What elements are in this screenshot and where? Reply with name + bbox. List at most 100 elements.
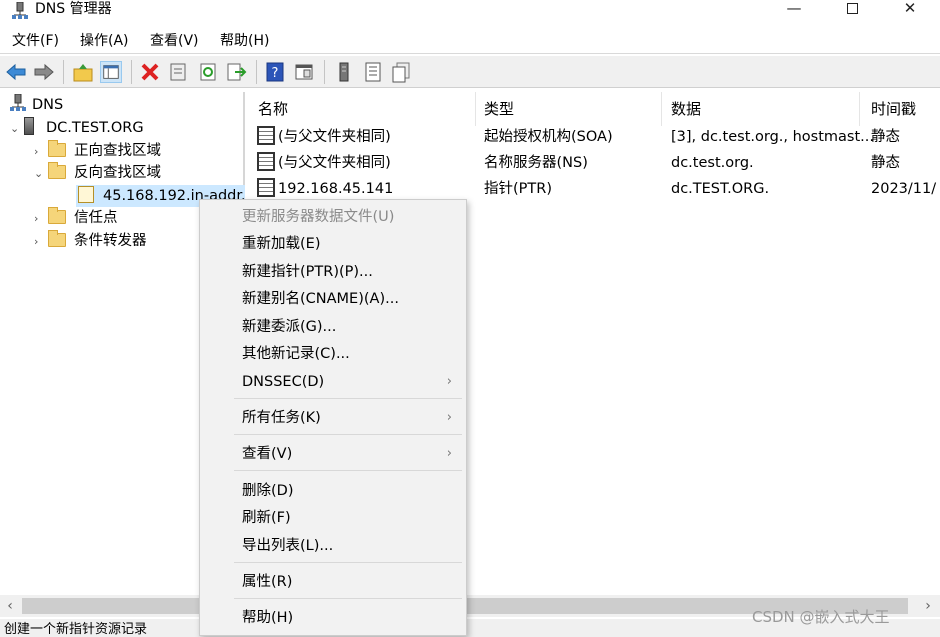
minimize-button[interactable]: — <box>764 0 824 18</box>
properties-icon[interactable] <box>167 61 189 83</box>
list-icon[interactable] <box>362 61 384 83</box>
dns-root-icon <box>10 93 26 111</box>
submenu-arrow-icon: › <box>446 374 452 389</box>
ctx-dnssec[interactable]: DNSSEC(D) › <box>200 369 466 395</box>
ctx-new-pointer[interactable]: 新建指针(PTR)(P)... <box>200 259 466 285</box>
folder-icon <box>48 207 66 224</box>
cell-data: dc.test.org. <box>671 155 754 171</box>
folder-icon <box>48 230 66 247</box>
ctx-refresh[interactable]: 刷新(F) <box>200 505 466 531</box>
ctx-export-list[interactable]: 导出列表(L)... <box>200 533 466 559</box>
context-menu: 更新服务器数据文件(U) 重新加载(E) 新建指针(PTR)(P)... 新建别… <box>199 199 467 636</box>
record-icon <box>257 178 275 197</box>
cell-data: [3], dc.test.org., hostmast... <box>671 129 874 145</box>
ctx-new-alias[interactable]: 新建别名(CNAME)(A)... <box>200 286 466 312</box>
tree-item-server[interactable]: ⌄ DC.TEST.ORG <box>10 117 144 139</box>
menu-separator <box>234 398 462 399</box>
cell-type: 名称服务器(NS) <box>484 155 588 171</box>
copy-icon[interactable] <box>390 61 412 83</box>
column-header-timestamp[interactable]: 时间戳 <box>860 92 940 126</box>
cell-name: 192.168.45.141 <box>278 181 394 197</box>
watermark: CSDN @嵌入式大王 <box>752 608 890 626</box>
window-title: DNS 管理器 <box>35 1 112 17</box>
cell-timestamp: 2023/11/ <box>871 181 937 197</box>
cell-type: 指针(PTR) <box>484 181 552 197</box>
toolbar-separator <box>131 60 132 84</box>
tree-item-forwarders[interactable]: › 条件转发器 <box>34 230 147 252</box>
forward-arrow-icon[interactable] <box>33 61 55 83</box>
refresh-icon[interactable] <box>197 61 219 83</box>
ctx-delete[interactable]: 删除(D) <box>200 478 466 504</box>
tree-item-trust-points[interactable]: › 信任点 <box>34 207 118 229</box>
menu-separator <box>234 598 462 599</box>
record-icon <box>257 126 275 145</box>
scroll-right-icon[interactable]: › <box>918 595 938 617</box>
column-header-name[interactable]: 名称 <box>247 92 476 126</box>
close-button[interactable]: ✕ <box>880 0 940 18</box>
cell-data: dc.TEST.ORG. <box>671 181 770 197</box>
tree-item-reverse-zones[interactable]: ⌄ 反向查找区域 <box>34 162 161 184</box>
chevron-down-icon[interactable]: ⌄ <box>10 118 24 140</box>
back-arrow-icon[interactable] <box>5 61 27 83</box>
tree-label: DC.TEST.ORG <box>46 120 144 136</box>
tree-label: 条件转发器 <box>74 233 147 249</box>
chevron-down-icon[interactable]: ⌄ <box>34 163 48 185</box>
view-icon[interactable] <box>293 61 315 83</box>
ctx-update-server-data-file: 更新服务器数据文件(U) <box>242 209 395 225</box>
menu-action[interactable]: 操作(A) <box>80 32 129 50</box>
up-folder-icon[interactable] <box>72 61 94 83</box>
zone-file-icon <box>78 186 94 203</box>
folder-icon <box>48 162 66 179</box>
column-header-type[interactable]: 类型 <box>473 92 662 126</box>
chevron-right-icon[interactable]: › <box>34 208 48 230</box>
ctx-view[interactable]: 查看(V) › <box>200 441 466 467</box>
cell-name: (与父文件夹相同) <box>278 155 391 171</box>
menu-separator <box>234 434 462 435</box>
column-header-data[interactable]: 数据 <box>660 92 860 126</box>
submenu-arrow-icon: › <box>446 446 452 461</box>
cell-timestamp: 静态 <box>871 129 900 145</box>
tree-label: DNS <box>32 97 64 113</box>
toolbar-separator <box>324 60 325 84</box>
help-icon[interactable]: ? <box>264 61 286 83</box>
server-icon <box>24 117 34 135</box>
show-tree-icon[interactable] <box>100 61 122 83</box>
server-icon[interactable] <box>333 61 355 83</box>
toolbar: ? <box>0 56 940 88</box>
menu-help[interactable]: 帮助(H) <box>220 32 269 50</box>
tree-item-forward-zones[interactable]: › 正向查找区域 <box>34 140 161 162</box>
ctx-help[interactable]: 帮助(H) <box>200 605 466 631</box>
folder-icon <box>48 140 66 157</box>
export-icon[interactable] <box>225 61 247 83</box>
cell-type: 起始授权机构(SOA) <box>484 129 613 145</box>
ctx-all-tasks[interactable]: 所有任务(K) › <box>200 405 466 431</box>
toolbar-separator <box>63 60 64 84</box>
menu-bar: 文件(F) 操作(A) 查看(V) 帮助(H) <box>0 28 940 54</box>
maximize-icon <box>846 3 858 14</box>
tree-item-dns[interactable]: DNS <box>10 93 64 116</box>
cell-name: (与父文件夹相同) <box>278 129 391 145</box>
ctx-properties[interactable]: 属性(R) <box>200 569 466 595</box>
maximize-button[interactable] <box>822 0 882 18</box>
record-icon <box>257 152 275 171</box>
tree-label: 信任点 <box>74 210 118 226</box>
tree-label: 正向查找区域 <box>74 143 161 159</box>
svg-text:?: ? <box>272 66 279 81</box>
submenu-arrow-icon: › <box>446 410 452 425</box>
cell-timestamp: 静态 <box>871 155 900 171</box>
menu-file[interactable]: 文件(F) <box>12 32 59 50</box>
menu-separator <box>234 562 462 563</box>
ctx-new-delegation[interactable]: 新建委派(G)... <box>200 314 466 340</box>
chevron-right-icon[interactable]: › <box>34 231 48 253</box>
ctx-other-new-records[interactable]: 其他新记录(C)... <box>200 341 466 367</box>
ctx-reload[interactable]: 重新加载(E) <box>200 231 466 257</box>
dns-app-icon <box>12 2 28 19</box>
toolbar-separator <box>256 60 257 84</box>
chevron-right-icon[interactable]: › <box>34 141 48 163</box>
menu-separator <box>234 470 462 471</box>
delete-icon[interactable] <box>139 61 161 83</box>
scroll-left-icon[interactable]: ‹ <box>0 595 20 617</box>
tree-label: 反向查找区域 <box>74 165 161 181</box>
title-bar: DNS 管理器 — ✕ <box>0 0 940 28</box>
menu-view[interactable]: 查看(V) <box>150 32 199 50</box>
